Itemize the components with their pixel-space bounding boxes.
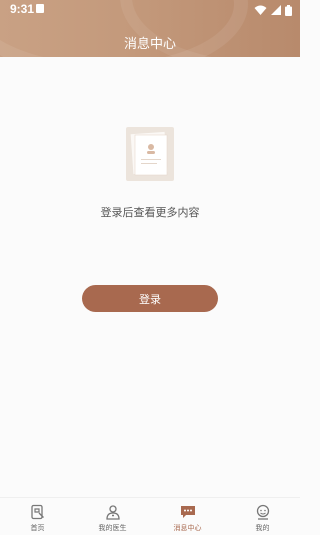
home-icon [30, 504, 44, 520]
status-time: 9:31 [10, 2, 35, 16]
bottom-tab-bar: 首页 我的医生 消息中心 我的 [0, 497, 300, 535]
battery-icon [285, 4, 292, 16]
tab-label: 消息中心 [173, 524, 202, 532]
message-icon [180, 506, 195, 518]
login-button[interactable]: 登录 [82, 285, 218, 312]
wifi-icon [254, 5, 267, 15]
tab-my-doctor[interactable]: 我的医生 [75, 498, 150, 535]
tab-label: 我的医生 [98, 524, 127, 532]
tab-message-center[interactable]: 消息中心 [150, 498, 225, 535]
notification-icon [36, 4, 44, 13]
tab-home[interactable]: 首页 [0, 498, 75, 535]
signal-icon [271, 5, 281, 15]
page-title: 消息中心 [123, 37, 176, 52]
profile-icon [256, 504, 269, 520]
empty-state-message: 登录后查看更多内容 [100, 206, 200, 219]
status-bar: 9:31 [0, 0, 300, 20]
empty-document-icon [126, 127, 174, 181]
status-icons [254, 4, 292, 16]
tab-label: 首页 [30, 524, 45, 532]
doctor-icon [105, 505, 120, 520]
tab-label: 我的 [255, 524, 270, 532]
tab-mine[interactable]: 我的 [225, 498, 300, 535]
